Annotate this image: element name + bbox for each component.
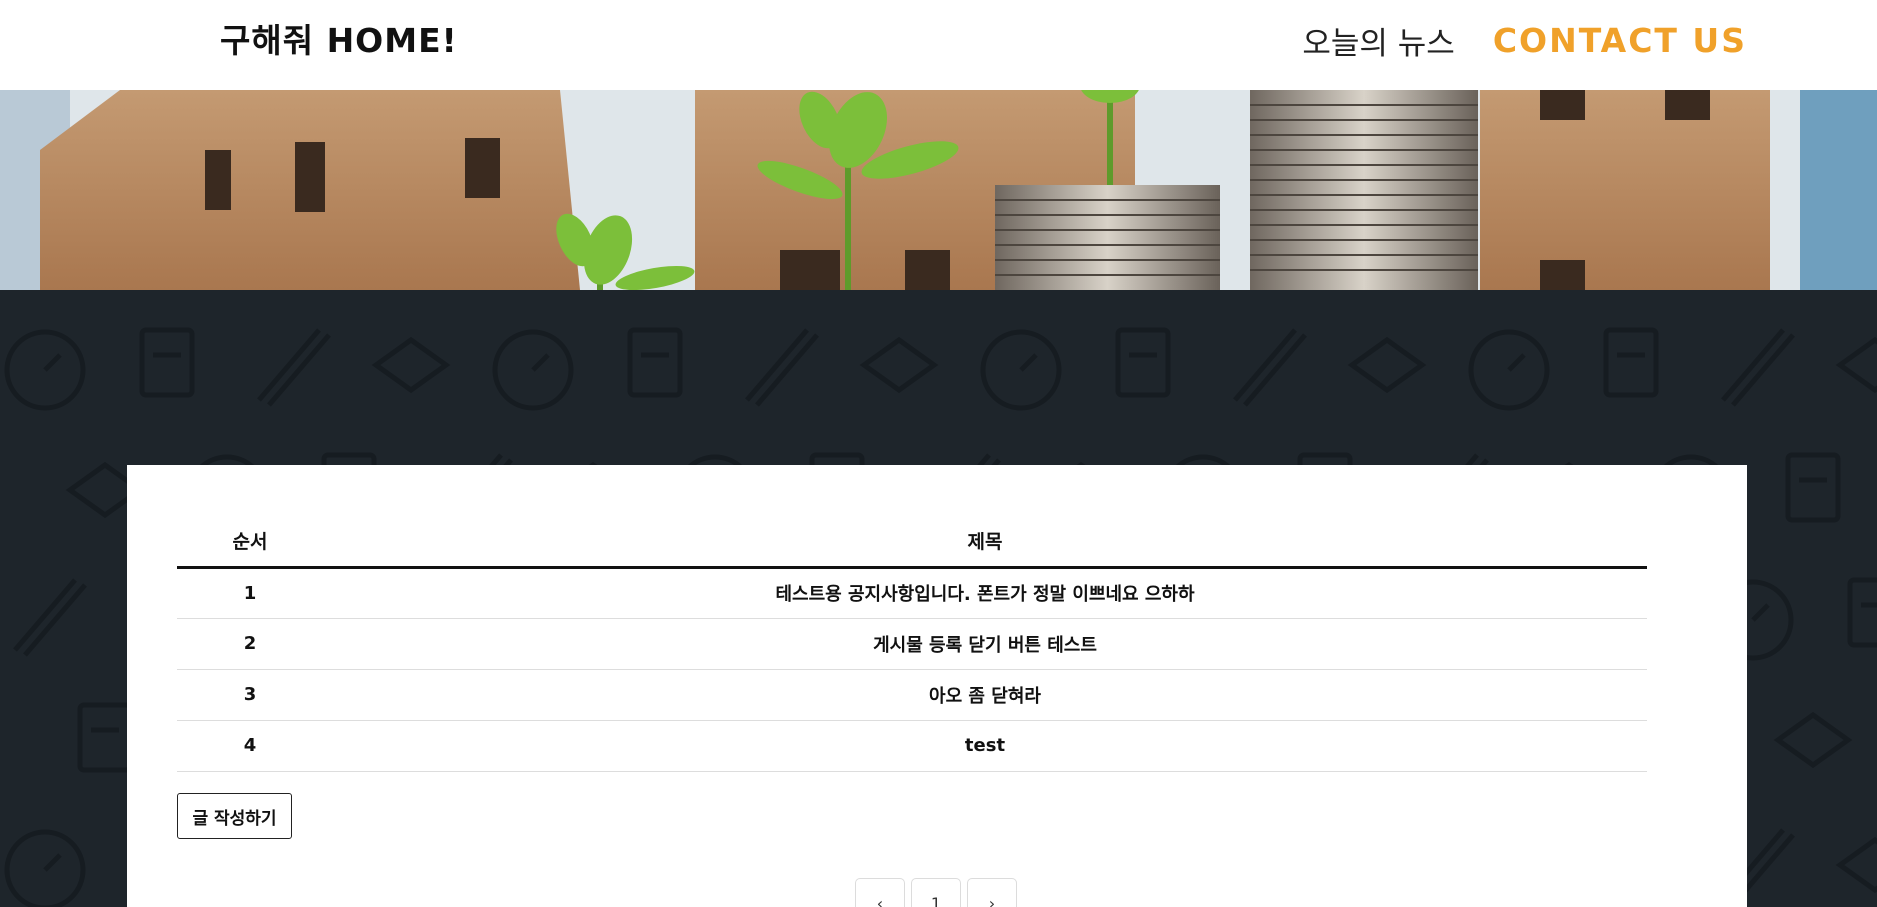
nav-contact-link[interactable]: CONTACT US <box>1493 21 1747 60</box>
table-row[interactable]: 1 테스트용 공지사항입니다. 폰트가 정말 이쁘네요 으하하 <box>177 567 1647 619</box>
table-row[interactable]: 4 test <box>177 720 1647 772</box>
site-header: 구해줘 HOME! 오늘의 뉴스 CONTACT US <box>0 0 1877 90</box>
main-nav: 오늘의 뉴스 CONTACT US <box>1302 18 1747 63</box>
nav-news-link[interactable]: 오늘의 뉴스 <box>1302 18 1454 63</box>
row-title-link[interactable]: 게시물 등록 닫기 버튼 테스트 <box>323 618 1647 670</box>
row-no: 3 <box>177 669 323 721</box>
brand-logo[interactable]: 구해줘 HOME! <box>220 14 458 62</box>
pagination-next-button[interactable]: › <box>967 878 1017 907</box>
pagination-page-1[interactable]: 1 <box>911 878 961 907</box>
board-card: 순서 제목 1 테스트용 공지사항입니다. 폰트가 정말 이쁘네요 으하하 2 … <box>127 465 1747 907</box>
write-post-button[interactable]: 글 작성하기 <box>177 793 292 839</box>
row-title-link[interactable]: 테스트용 공지사항입니다. 폰트가 정말 이쁘네요 으하하 <box>323 567 1647 619</box>
notice-table: 순서 제목 1 테스트용 공지사항입니다. 폰트가 정말 이쁘네요 으하하 2 … <box>177 515 1647 772</box>
row-title-link[interactable]: test <box>323 720 1647 772</box>
pagination-prev-button[interactable]: ‹ <box>855 878 905 907</box>
column-header-title: 제목 <box>323 515 1647 569</box>
table-row[interactable]: 3 아오 좀 닫혀라 <box>177 669 1647 721</box>
row-title-link[interactable]: 아오 좀 닫혀라 <box>323 669 1647 721</box>
chevron-right-icon: › <box>988 893 996 907</box>
pagination: ‹ 1 › <box>855 878 1017 907</box>
chevron-left-icon: ‹ <box>876 893 884 907</box>
table-header-row: 순서 제목 <box>177 515 1647 569</box>
houses-coins-plants-image <box>0 90 1877 290</box>
row-no: 4 <box>177 720 323 772</box>
hero-banner-image <box>0 90 1877 290</box>
row-no: 1 <box>177 567 323 619</box>
column-header-no: 순서 <box>177 515 323 569</box>
table-row[interactable]: 2 게시물 등록 닫기 버튼 테스트 <box>177 618 1647 670</box>
row-no: 2 <box>177 618 323 670</box>
